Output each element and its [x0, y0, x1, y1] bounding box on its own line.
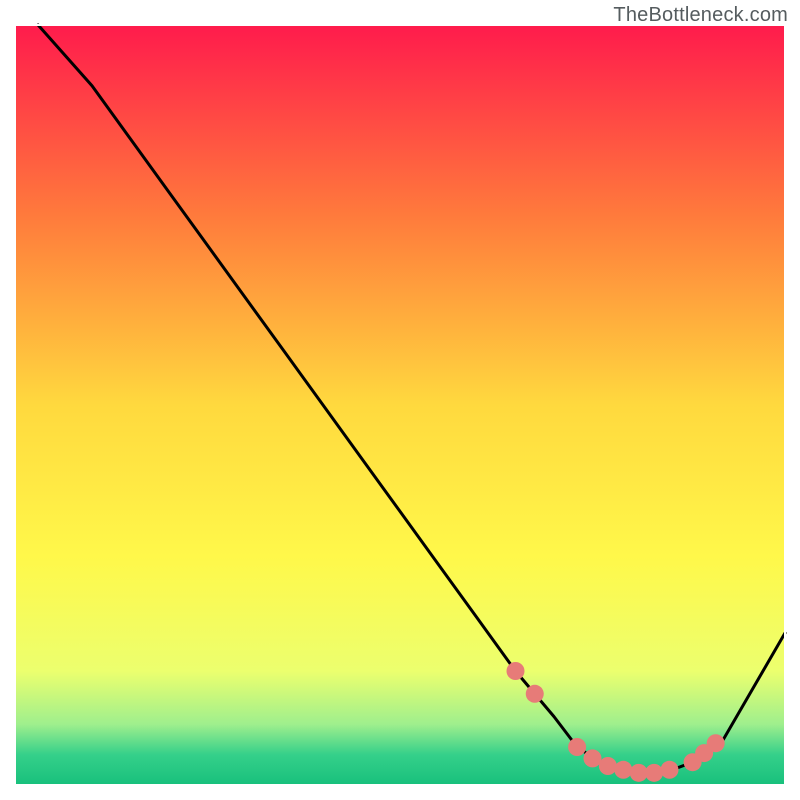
marker-point	[661, 761, 679, 779]
marker-point	[707, 734, 725, 752]
bottleneck-chart	[0, 0, 800, 800]
marker-point	[630, 764, 648, 782]
marker-point	[645, 764, 663, 782]
marker-point	[526, 685, 544, 703]
marker-point	[584, 749, 602, 767]
marker-point	[568, 738, 586, 756]
marker-point	[507, 662, 525, 680]
marker-point	[614, 761, 632, 779]
chart-container: TheBottleneck.com	[0, 0, 800, 800]
marker-point	[599, 757, 617, 775]
